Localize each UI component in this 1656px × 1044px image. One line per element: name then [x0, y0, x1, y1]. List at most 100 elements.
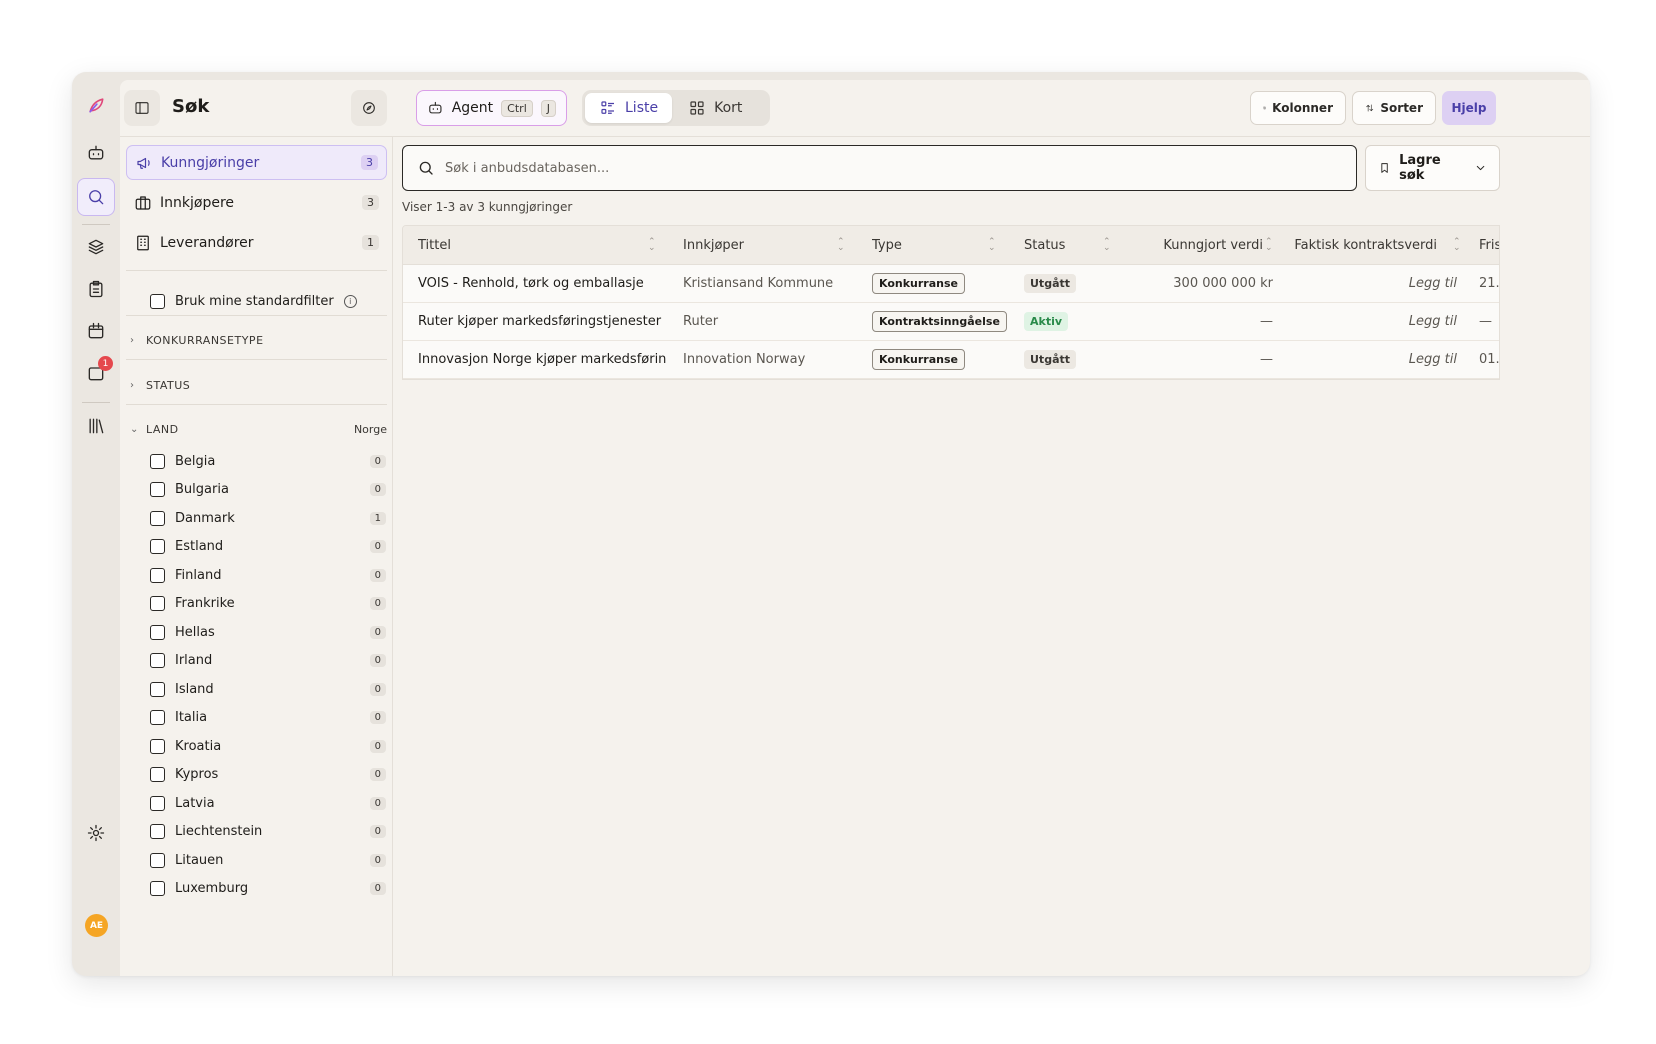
row-add-actual-value[interactable]: Legg til — [1283, 341, 1457, 378]
columns-button[interactable]: Kolonner — [1250, 91, 1346, 125]
country-count: 0 — [369, 597, 386, 610]
country-count: 0 — [369, 825, 386, 838]
country-count: 0 — [369, 454, 386, 468]
rail-notifications-button[interactable]: 1 — [77, 354, 115, 392]
avatar[interactable]: AE — [85, 914, 108, 937]
country-filter-option[interactable]: Liechtenstein 0 — [150, 822, 386, 842]
country-filter-option[interactable]: Danmark 1 — [150, 508, 386, 528]
info-icon[interactable]: i — [343, 295, 357, 308]
country-checkbox[interactable] — [150, 881, 165, 896]
country-checkbox[interactable] — [150, 710, 165, 725]
search-input[interactable] — [445, 160, 1325, 176]
app-logo[interactable] — [77, 86, 115, 124]
country-checkbox[interactable] — [150, 824, 165, 839]
country-checkbox[interactable] — [150, 539, 165, 554]
column-header-actual-value[interactable]: Faktisk kontraktsverdi — [1283, 226, 1437, 264]
country-filter-option[interactable]: Finland 0 — [150, 565, 386, 585]
country-checkbox[interactable] — [150, 624, 165, 640]
rail-settings-button[interactable] — [77, 814, 115, 852]
agent-button[interactable]: Agent Ctrl J — [416, 90, 567, 126]
rail-agent-button[interactable] — [77, 134, 115, 172]
section-label: STATUS — [146, 379, 191, 392]
country-filter-option[interactable]: Frankrike 0 — [150, 594, 386, 614]
table-row[interactable]: Ruter kjøper markedsføringstjenester Rute… — [403, 303, 1499, 341]
card-view-tab[interactable]: Kort — [674, 93, 756, 123]
country-filter-option[interactable]: Latvia 0 — [150, 793, 386, 813]
country-name: Estland — [175, 539, 224, 554]
row-title[interactable]: VOIS - Renhold, tørk og emballasje — [418, 265, 666, 302]
explore-button[interactable] — [351, 90, 387, 126]
divider — [126, 270, 387, 271]
country-name: Frankrike — [175, 596, 235, 611]
country-checkbox[interactable] — [150, 510, 165, 526]
sort-button[interactable]: Sorter — [1352, 91, 1436, 125]
country-checkbox[interactable] — [150, 567, 165, 583]
toggle-sidebar-button[interactable] — [124, 90, 160, 126]
country-filter-option[interactable]: Bulgaria 0 — [150, 480, 386, 500]
row-add-actual-value[interactable]: Legg til — [1283, 265, 1457, 302]
save-search-button[interactable]: Lagre søk — [1365, 145, 1500, 191]
nav-item-announcements[interactable]: Kunngjøringer 3 — [126, 145, 387, 180]
country-filter-option[interactable]: Island 0 — [150, 679, 386, 699]
country-filter-option[interactable]: Luxemburg 0 — [150, 879, 386, 899]
country-filter-option[interactable]: Hellas 0 — [150, 622, 386, 642]
sort-icon[interactable]: ⌃ ⌄ — [648, 238, 656, 253]
help-button[interactable]: Hjelp — [1442, 91, 1496, 125]
country-name: Danmark — [175, 510, 235, 526]
country-name: Latvia — [175, 795, 215, 811]
country-filter-option[interactable]: Irland 0 — [150, 651, 386, 671]
rail-layers-button[interactable] — [77, 228, 115, 266]
column-header-deadline[interactable]: Fris — [1479, 226, 1499, 264]
row-title[interactable]: Ruter kjøper markedsføringstjenester — [418, 303, 666, 340]
country-filter-option[interactable]: Estland 0 — [150, 537, 386, 557]
country-filter-option[interactable]: Italia 0 — [150, 708, 386, 728]
sort-icon[interactable]: ⌃ ⌄ — [1453, 238, 1461, 253]
filter-section-country[interactable]: ⌄ LAND Norge — [130, 423, 387, 436]
list-view-tab[interactable]: Liste — [585, 93, 673, 123]
rail-library-button[interactable] — [77, 407, 115, 445]
row-add-actual-value[interactable]: Legg til — [1283, 303, 1457, 340]
column-header-type[interactable]: Type — [872, 226, 972, 264]
rail-clipboard-button[interactable] — [77, 270, 115, 308]
nav-item-suppliers[interactable]: Leverandører 1 — [126, 225, 387, 260]
country-filter-option[interactable]: Belgia 0 — [150, 451, 386, 471]
filter-section-status[interactable]: › STATUS — [130, 379, 387, 392]
country-checkbox[interactable] — [150, 681, 165, 697]
country-checkbox[interactable] — [150, 653, 165, 668]
country-filter-option[interactable]: Litauen 0 — [150, 850, 386, 870]
nav-item-buyers[interactable]: Innkjøpere 3 — [126, 185, 387, 220]
search-box[interactable] — [402, 145, 1357, 191]
column-header-status[interactable]: Status — [1024, 226, 1104, 264]
sort-icon[interactable]: ⌃ ⌄ — [1265, 238, 1273, 253]
country-name: Litauen — [175, 852, 224, 868]
country-checkbox[interactable] — [150, 767, 165, 782]
country-count: 0 — [369, 853, 386, 867]
standard-filter-toggle[interactable]: Bruk mine standardfilter i — [150, 294, 357, 309]
row-title[interactable]: Innovasjon Norge kjøper markedsførin... — [418, 341, 666, 378]
sort-icon[interactable]: ⌃ ⌄ — [988, 238, 996, 253]
country-count: 0 — [369, 568, 386, 582]
country-checkbox[interactable] — [150, 795, 165, 811]
standard-filter-checkbox[interactable] — [150, 294, 165, 309]
country-checkbox[interactable] — [150, 738, 165, 754]
list-icon — [601, 101, 614, 114]
table-row[interactable]: Innovasjon Norge kjøper markedsførin... I… — [403, 341, 1499, 379]
country-checkbox[interactable] — [150, 852, 165, 868]
country-checkbox[interactable] — [150, 596, 165, 611]
section-label: LAND — [146, 423, 179, 436]
clipboard-icon — [89, 280, 103, 298]
column-header-announced-value[interactable]: Kunngjort verdi — [1123, 226, 1263, 264]
rail-calendar-button[interactable] — [77, 312, 115, 350]
sort-icon[interactable]: ⌃ ⌄ — [1103, 238, 1111, 253]
country-filter-option[interactable]: Kroatia 0 — [150, 736, 386, 756]
filter-section-competition-type[interactable]: › KONKURRANSETYPE — [130, 334, 387, 347]
column-header-buyer[interactable]: Innkjøper — [683, 226, 833, 264]
country-checkbox[interactable] — [150, 453, 165, 469]
country-filter-option[interactable]: Kypros 0 — [150, 765, 386, 785]
table-row[interactable]: VOIS - Renhold, tørk og emballasje Kristi… — [403, 265, 1499, 303]
country-checkbox[interactable] — [150, 482, 165, 497]
column-header-title[interactable]: Tittel — [418, 226, 648, 264]
leaf-logo-icon — [89, 98, 104, 113]
sort-icon[interactable]: ⌃ ⌄ — [837, 238, 845, 253]
rail-search-button[interactable] — [77, 178, 115, 216]
